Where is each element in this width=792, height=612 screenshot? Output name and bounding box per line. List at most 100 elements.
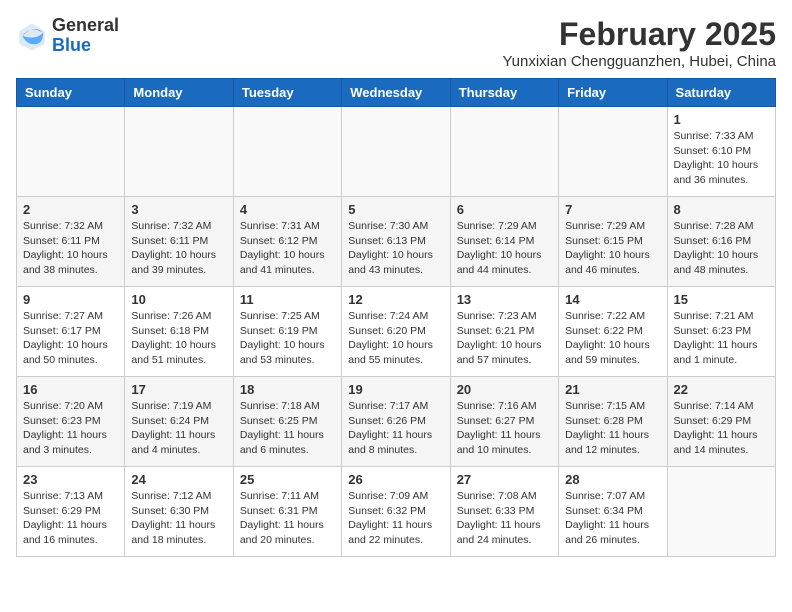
day-info: Sunrise: 7:29 AM Sunset: 6:15 PM Dayligh… <box>565 219 660 278</box>
day-info: Sunrise: 7:18 AM Sunset: 6:25 PM Dayligh… <box>240 399 335 458</box>
day-number: 9 <box>23 292 118 307</box>
day-number: 1 <box>674 112 769 127</box>
weekday-header-row: SundayMondayTuesdayWednesdayThursdayFrid… <box>17 79 776 107</box>
calendar-table: SundayMondayTuesdayWednesdayThursdayFrid… <box>16 78 776 557</box>
calendar-week-row: 23 Sunrise: 7:13 AM Sunset: 6:29 PM Dayli… <box>17 467 776 557</box>
calendar-cell: 24Sunrise: 7:12 AM Sunset: 6:30 PM Dayli… <box>125 467 233 557</box>
logo: General Blue <box>16 16 119 56</box>
day-info: Sunrise: 7:30 AM Sunset: 6:13 PM Dayligh… <box>348 219 443 278</box>
calendar-cell: 28 Sunrise: 7:07 AM Sunset: 6:34 PM Dayli… <box>559 467 667 557</box>
location-subtitle: Yunxixian Chengguanzhen, Hubei, China <box>502 53 776 70</box>
calendar-cell: 21 Sunrise: 7:15 AM Sunset: 6:28 PM Dayli… <box>559 377 667 467</box>
calendar-week-row: 9 Sunrise: 7:27 AM Sunset: 6:17 PM Daylig… <box>17 287 776 377</box>
day-number: 2 <box>23 202 118 217</box>
day-info: Sunrise: 7:12 AM Sunset: 6:30 PM Dayligh… <box>131 489 226 548</box>
logo-icon <box>16 20 48 52</box>
calendar-cell <box>342 107 450 197</box>
day-info: Sunrise: 7:27 AM Sunset: 6:17 PM Dayligh… <box>23 309 118 368</box>
day-number: 22 <box>674 382 769 397</box>
logo-text: General Blue <box>52 16 119 56</box>
day-info: Sunrise: 7:07 AM Sunset: 6:34 PM Dayligh… <box>565 489 660 548</box>
weekday-header-tuesday: Tuesday <box>233 79 341 107</box>
weekday-header-thursday: Thursday <box>450 79 558 107</box>
calendar-cell: 23 Sunrise: 7:13 AM Sunset: 6:29 PM Dayli… <box>17 467 125 557</box>
calendar-cell: 6 Sunrise: 7:29 AM Sunset: 6:14 PM Daylig… <box>450 197 558 287</box>
calendar-cell: 13 Sunrise: 7:23 AM Sunset: 6:21 PM Dayli… <box>450 287 558 377</box>
day-info: Sunrise: 7:26 AM Sunset: 6:18 PM Dayligh… <box>131 309 226 368</box>
calendar-cell: 20Sunrise: 7:16 AM Sunset: 6:27 PM Dayli… <box>450 377 558 467</box>
calendar-cell <box>17 107 125 197</box>
calendar-cell: 25 Sunrise: 7:11 AM Sunset: 6:31 PM Dayli… <box>233 467 341 557</box>
day-info: Sunrise: 7:21 AM Sunset: 6:23 PM Dayligh… <box>674 309 769 368</box>
day-number: 25 <box>240 472 335 487</box>
day-number: 11 <box>240 292 335 307</box>
day-number: 3 <box>131 202 226 217</box>
calendar-week-row: 2 Sunrise: 7:32 AM Sunset: 6:11 PM Daylig… <box>17 197 776 287</box>
day-info: Sunrise: 7:19 AM Sunset: 6:24 PM Dayligh… <box>131 399 226 458</box>
day-number: 21 <box>565 382 660 397</box>
day-number: 14 <box>565 292 660 307</box>
day-number: 6 <box>457 202 552 217</box>
day-number: 20 <box>457 382 552 397</box>
calendar-cell: 10Sunrise: 7:26 AM Sunset: 6:18 PM Dayli… <box>125 287 233 377</box>
day-number: 5 <box>348 202 443 217</box>
day-number: 26 <box>348 472 443 487</box>
calendar-cell: 12 Sunrise: 7:24 AM Sunset: 6:20 PM Dayli… <box>342 287 450 377</box>
day-info: Sunrise: 7:33 AM Sunset: 6:10 PM Dayligh… <box>674 129 769 188</box>
calendar-cell: 27Sunrise: 7:08 AM Sunset: 6:33 PM Dayli… <box>450 467 558 557</box>
day-info: Sunrise: 7:09 AM Sunset: 6:32 PM Dayligh… <box>348 489 443 548</box>
calendar-cell: 18 Sunrise: 7:18 AM Sunset: 6:25 PM Dayli… <box>233 377 341 467</box>
day-number: 15 <box>674 292 769 307</box>
day-number: 17 <box>131 382 226 397</box>
day-info: Sunrise: 7:28 AM Sunset: 6:16 PM Dayligh… <box>674 219 769 278</box>
weekday-header-monday: Monday <box>125 79 233 107</box>
calendar-cell: 19 Sunrise: 7:17 AM Sunset: 6:26 PM Dayli… <box>342 377 450 467</box>
calendar-cell <box>233 107 341 197</box>
day-number: 12 <box>348 292 443 307</box>
calendar-cell: 16 Sunrise: 7:20 AM Sunset: 6:23 PM Dayli… <box>17 377 125 467</box>
day-number: 28 <box>565 472 660 487</box>
day-info: Sunrise: 7:31 AM Sunset: 6:12 PM Dayligh… <box>240 219 335 278</box>
day-info: Sunrise: 7:29 AM Sunset: 6:14 PM Dayligh… <box>457 219 552 278</box>
calendar-cell: 8Sunrise: 7:28 AM Sunset: 6:16 PM Daylig… <box>667 197 775 287</box>
day-number: 7 <box>565 202 660 217</box>
calendar-cell: 17 Sunrise: 7:19 AM Sunset: 6:24 PM Dayli… <box>125 377 233 467</box>
day-info: Sunrise: 7:17 AM Sunset: 6:26 PM Dayligh… <box>348 399 443 458</box>
day-info: Sunrise: 7:20 AM Sunset: 6:23 PM Dayligh… <box>23 399 118 458</box>
day-info: Sunrise: 7:15 AM Sunset: 6:28 PM Dayligh… <box>565 399 660 458</box>
calendar-week-row: 1 Sunrise: 7:33 AM Sunset: 6:10 PM Daylig… <box>17 107 776 197</box>
calendar-cell: 9 Sunrise: 7:27 AM Sunset: 6:17 PM Daylig… <box>17 287 125 377</box>
day-number: 23 <box>23 472 118 487</box>
calendar-cell: 22 Sunrise: 7:14 AM Sunset: 6:29 PM Dayli… <box>667 377 775 467</box>
calendar-cell: 2 Sunrise: 7:32 AM Sunset: 6:11 PM Daylig… <box>17 197 125 287</box>
calendar-cell: 11Sunrise: 7:25 AM Sunset: 6:19 PM Dayli… <box>233 287 341 377</box>
calendar-cell: 14 Sunrise: 7:22 AM Sunset: 6:22 PM Dayli… <box>559 287 667 377</box>
calendar-week-row: 16 Sunrise: 7:20 AM Sunset: 6:23 PM Dayli… <box>17 377 776 467</box>
calendar-cell <box>559 107 667 197</box>
day-info: Sunrise: 7:22 AM Sunset: 6:22 PM Dayligh… <box>565 309 660 368</box>
calendar-cell <box>125 107 233 197</box>
calendar-cell: 4Sunrise: 7:31 AM Sunset: 6:12 PM Daylig… <box>233 197 341 287</box>
day-info: Sunrise: 7:14 AM Sunset: 6:29 PM Dayligh… <box>674 399 769 458</box>
month-title: February 2025 <box>502 16 776 53</box>
day-info: Sunrise: 7:11 AM Sunset: 6:31 PM Dayligh… <box>240 489 335 548</box>
day-number: 18 <box>240 382 335 397</box>
day-number: 16 <box>23 382 118 397</box>
day-info: Sunrise: 7:24 AM Sunset: 6:20 PM Dayligh… <box>348 309 443 368</box>
calendar-cell: 15 Sunrise: 7:21 AM Sunset: 6:23 PM Dayli… <box>667 287 775 377</box>
day-info: Sunrise: 7:13 AM Sunset: 6:29 PM Dayligh… <box>23 489 118 548</box>
day-info: Sunrise: 7:32 AM Sunset: 6:11 PM Dayligh… <box>23 219 118 278</box>
calendar-cell: 5 Sunrise: 7:30 AM Sunset: 6:13 PM Daylig… <box>342 197 450 287</box>
weekday-header-wednesday: Wednesday <box>342 79 450 107</box>
day-info: Sunrise: 7:32 AM Sunset: 6:11 PM Dayligh… <box>131 219 226 278</box>
calendar-cell: 1 Sunrise: 7:33 AM Sunset: 6:10 PM Daylig… <box>667 107 775 197</box>
page-header: General Blue February 2025 Yunxixian Che… <box>16 16 776 70</box>
day-info: Sunrise: 7:23 AM Sunset: 6:21 PM Dayligh… <box>457 309 552 368</box>
day-number: 27 <box>457 472 552 487</box>
calendar-cell: 26 Sunrise: 7:09 AM Sunset: 6:32 PM Dayli… <box>342 467 450 557</box>
day-number: 13 <box>457 292 552 307</box>
day-number: 19 <box>348 382 443 397</box>
weekday-header-sunday: Sunday <box>17 79 125 107</box>
weekday-header-friday: Friday <box>559 79 667 107</box>
weekday-header-saturday: Saturday <box>667 79 775 107</box>
